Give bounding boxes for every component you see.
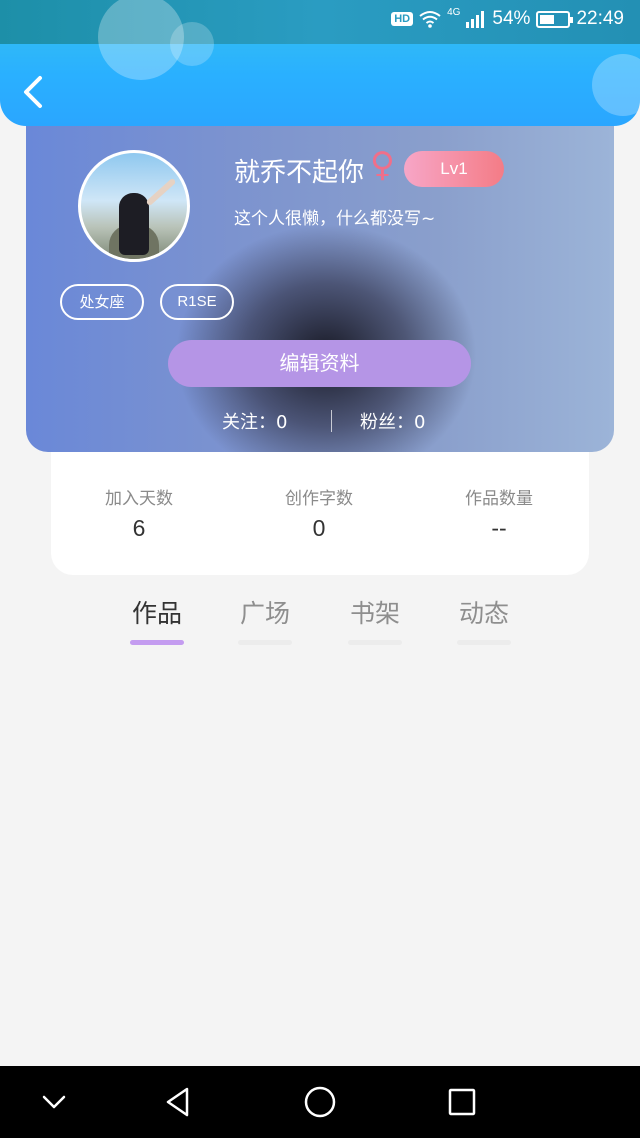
edit-profile-button[interactable]: 编辑资料 xyxy=(168,340,471,387)
home-circle-icon[interactable] xyxy=(302,1084,338,1120)
tab-indicator xyxy=(348,640,402,645)
tab-indicator xyxy=(238,640,292,645)
tab-label: 作品 xyxy=(131,599,182,628)
stats-card: 加入天数 6 创作字数 0 作品数量 -- xyxy=(51,452,589,575)
header: HD 4G 54% 22:49 xyxy=(0,0,640,126)
user-bio: 这个人很懒，什么都没写~ xyxy=(234,209,436,229)
status-indicators: HD 4G 54% 22:49 xyxy=(391,6,624,30)
recents-square-icon[interactable] xyxy=(444,1084,480,1120)
tab-indicator xyxy=(130,640,184,645)
decor-bubble xyxy=(592,54,640,116)
signal-icon xyxy=(466,11,485,28)
tab-square[interactable]: 广场 xyxy=(230,594,300,645)
tab-label: 书架 xyxy=(349,599,400,628)
tag-fandom[interactable]: R1SE xyxy=(160,284,234,320)
stat-label: 加入天数 xyxy=(105,489,173,509)
system-nav-bar xyxy=(0,1066,640,1138)
level-badge: Lv1 xyxy=(404,151,504,187)
stat-value: 0 xyxy=(312,515,326,541)
divider xyxy=(331,410,332,432)
tab-label: 动态 xyxy=(458,599,509,628)
stat-label: 作品数量 xyxy=(465,489,533,509)
stat-word-count: 创作字数 0 xyxy=(239,484,399,542)
tab-indicator xyxy=(457,640,511,645)
followers-count[interactable]: 粉丝：0 xyxy=(360,408,425,434)
back-triangle-icon[interactable] xyxy=(160,1084,196,1120)
stat-value: -- xyxy=(491,515,507,541)
network-type: 4G xyxy=(447,6,461,18)
tab-label: 广场 xyxy=(239,599,290,628)
female-icon: ♀ xyxy=(370,145,395,185)
hd-icon: HD xyxy=(391,12,414,26)
avatar[interactable] xyxy=(78,150,190,262)
chevron-down-icon[interactable] xyxy=(36,1084,72,1120)
wifi-icon xyxy=(419,11,441,28)
battery-percent: 54% xyxy=(492,8,531,29)
stat-works-count: 作品数量 -- xyxy=(419,484,579,542)
user-name: 就乔不起你 xyxy=(234,158,365,188)
tab-moments[interactable]: 动态 xyxy=(449,594,519,645)
decor-bubble xyxy=(170,22,214,66)
battery-icon xyxy=(536,10,574,28)
stat-join-days: 加入天数 6 xyxy=(59,484,219,542)
tab-works[interactable]: 作品 xyxy=(122,594,192,645)
clock: 22:49 xyxy=(576,8,624,29)
tag-zodiac[interactable]: 处女座 xyxy=(60,284,144,320)
chevron-left-icon[interactable] xyxy=(18,74,48,110)
following-count[interactable]: 关注：0 xyxy=(222,408,287,434)
stat-value: 6 xyxy=(132,515,146,541)
battery-fill xyxy=(540,14,555,24)
tab-bookshelf[interactable]: 书架 xyxy=(340,594,410,645)
stat-label: 创作字数 xyxy=(285,489,353,509)
profile-card: 就乔不起你 ♀ Lv1 这个人很懒，什么都没写~ 处女座 R1SE 编辑资料 关… xyxy=(26,100,614,452)
